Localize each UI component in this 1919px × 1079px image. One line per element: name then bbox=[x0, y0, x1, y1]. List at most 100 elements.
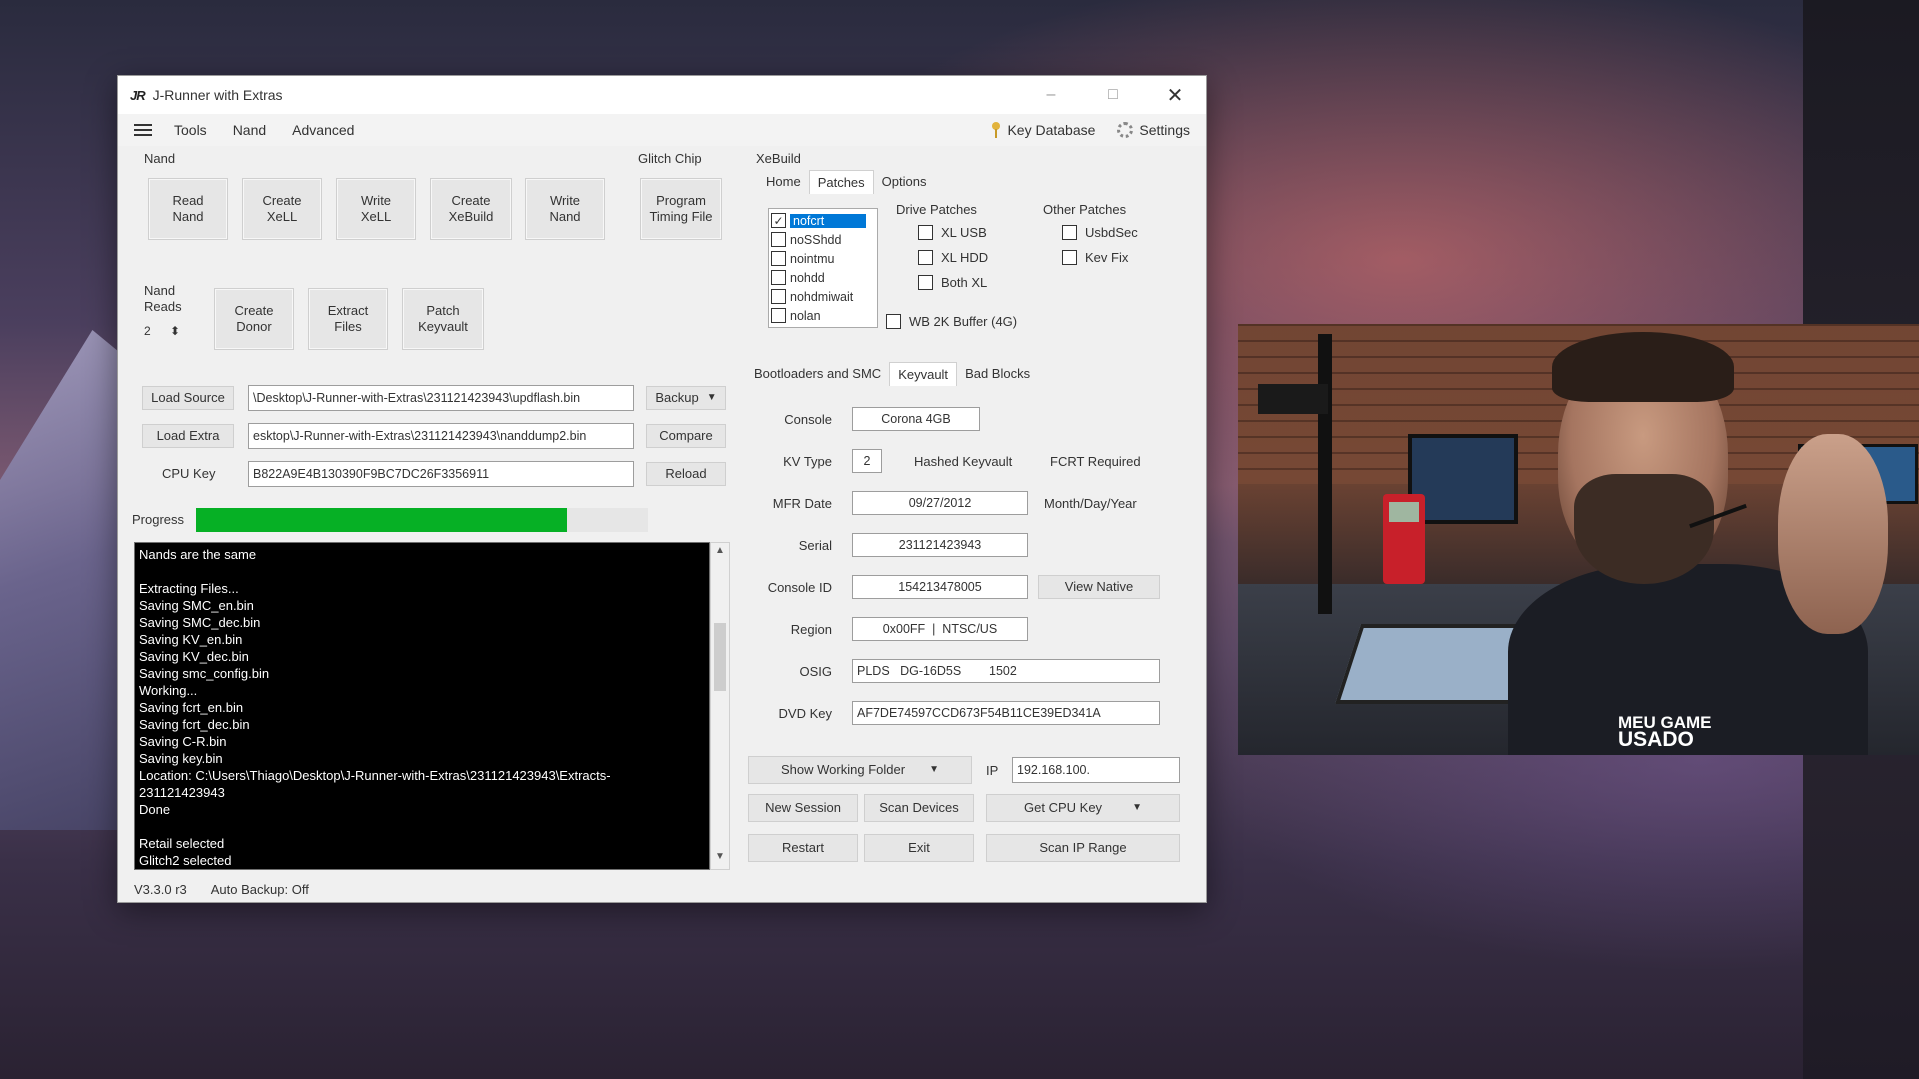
backup-dropdown[interactable]: Backup ▼ bbox=[646, 386, 726, 410]
tab-patches[interactable]: Patches bbox=[808, 170, 874, 194]
usbdsec-checkbox[interactable]: UsbdSec bbox=[1062, 225, 1138, 240]
checkbox-icon[interactable] bbox=[771, 232, 786, 247]
other-patches-label: Other Patches bbox=[1043, 202, 1127, 217]
osig-field[interactable]: PLDS DG-16D5S 1502 bbox=[852, 659, 1160, 683]
console-line: Saving SMC_en.bin bbox=[139, 598, 254, 613]
extra-path-field[interactable]: esktop\J-Runner-with-Extras\231121423943… bbox=[248, 423, 634, 449]
nand-reads-stepper[interactable]: 2 ⬍ bbox=[144, 324, 180, 342]
patch-item-nofcrt[interactable]: ✓ nofcrt bbox=[771, 211, 875, 230]
scan-ip-range-button[interactable]: Scan IP Range bbox=[986, 834, 1180, 862]
drive-patches-label: Drive Patches bbox=[896, 202, 977, 217]
tab-bootloaders-smc[interactable]: Bootloaders and SMC bbox=[746, 362, 889, 386]
source-path-field[interactable]: \Desktop\J-Runner-with-Extras\2311214239… bbox=[248, 385, 634, 411]
patch-item-label: nohdmiwait bbox=[790, 289, 854, 304]
close-button[interactable]: ✕ bbox=[1144, 76, 1206, 114]
patch-item-nolan[interactable]: nolan bbox=[771, 306, 875, 325]
show-working-folder-button[interactable]: Show Working Folder ▼ bbox=[748, 756, 972, 784]
checkbox-icon[interactable] bbox=[771, 251, 786, 266]
scroll-up-icon[interactable]: ▲ bbox=[711, 545, 729, 561]
ip-field[interactable]: 192.168.100. bbox=[1012, 757, 1180, 783]
load-source-button[interactable]: Load Source bbox=[142, 386, 234, 410]
both-xl-checkbox[interactable]: Both XL bbox=[918, 275, 987, 290]
patch-item-nohdd[interactable]: nohdd bbox=[771, 268, 875, 287]
console-line: Extracting Files... bbox=[139, 581, 239, 596]
console-log[interactable]: Nands are the same Extracting Files... Sa… bbox=[134, 542, 710, 870]
usbdsec-label: UsbdSec bbox=[1085, 225, 1138, 240]
tab-keyvault[interactable]: Keyvault bbox=[889, 362, 958, 386]
patch-item-label: nolan bbox=[790, 308, 821, 323]
nand-reads-value: 2 bbox=[144, 324, 151, 338]
xl-usb-label: XL USB bbox=[941, 225, 987, 240]
minimize-button[interactable]: – bbox=[1020, 76, 1082, 114]
new-session-button[interactable]: New Session bbox=[748, 794, 858, 822]
console-id-label: Console ID bbox=[767, 580, 832, 595]
extract-files-button[interactable]: Extract Files bbox=[308, 288, 388, 350]
scan-devices-button[interactable]: Scan Devices bbox=[864, 794, 974, 822]
load-extra-button[interactable]: Load Extra bbox=[142, 424, 234, 448]
mfr-date-label: MFR Date bbox=[772, 496, 832, 511]
view-native-button[interactable]: View Native bbox=[1038, 575, 1160, 599]
console-line: Working... bbox=[139, 683, 198, 698]
write-xell-button[interactable]: Write XeLL bbox=[336, 178, 416, 240]
tab-options[interactable]: Options bbox=[874, 170, 935, 194]
scroll-down-icon[interactable]: ▼ bbox=[711, 851, 729, 867]
checkbox-icon[interactable] bbox=[771, 289, 786, 304]
restart-button[interactable]: Restart bbox=[748, 834, 858, 862]
menu-nand[interactable]: Nand bbox=[233, 122, 266, 138]
reload-button[interactable]: Reload bbox=[646, 462, 726, 486]
progress-label: Progress bbox=[132, 512, 185, 527]
patch-item-nointmu[interactable]: nointmu bbox=[771, 249, 875, 268]
xl-hdd-checkbox[interactable]: XL HDD bbox=[918, 250, 988, 265]
create-xell-button[interactable]: Create XeLL bbox=[242, 178, 322, 240]
title-bar[interactable]: JR J-Runner with Extras – □ ✕ bbox=[118, 76, 1206, 114]
key-database-button[interactable]: Key Database bbox=[991, 122, 1095, 138]
microscope-head bbox=[1258, 384, 1328, 414]
patch-item-nosshdd[interactable]: noSShdd bbox=[771, 230, 875, 249]
scroll-thumb[interactable] bbox=[714, 623, 726, 691]
checkbox-icon[interactable] bbox=[771, 308, 786, 323]
kev-fix-label: Kev Fix bbox=[1085, 250, 1129, 265]
hamburger-menu-icon[interactable] bbox=[134, 124, 152, 136]
kv-type-field: 2 bbox=[852, 449, 882, 473]
menu-tools[interactable]: Tools bbox=[174, 122, 207, 138]
create-donor-button[interactable]: Create Donor bbox=[214, 288, 294, 350]
wb-2k-buffer-label: WB 2K Buffer (4G) bbox=[909, 314, 1018, 329]
key-icon bbox=[991, 122, 1001, 138]
xl-usb-checkbox[interactable]: XL USB bbox=[918, 225, 987, 240]
presenter-beard bbox=[1574, 474, 1714, 584]
create-xebuild-button[interactable]: Create XeBuild bbox=[430, 178, 512, 240]
patch-item-label: nofcrt bbox=[790, 213, 866, 228]
tab-home[interactable]: Home bbox=[758, 170, 809, 194]
checked-checkbox-icon[interactable]: ✓ bbox=[771, 213, 786, 228]
write-nand-button[interactable]: Write Nand bbox=[525, 178, 605, 240]
xebuild-group-label: XeBuild bbox=[756, 151, 801, 166]
console-line: Retail selected bbox=[139, 836, 225, 851]
kev-fix-checkbox[interactable]: Kev Fix bbox=[1062, 250, 1128, 265]
get-cpu-key-button[interactable]: Get CPU Key ▼ bbox=[986, 794, 1180, 822]
progress-bar bbox=[196, 508, 648, 532]
exit-button[interactable]: Exit bbox=[864, 834, 974, 862]
patch-keyvault-button[interactable]: Patch Keyvault bbox=[402, 288, 484, 350]
patch-list[interactable]: ✓ nofcrt noSShdd nointmu nohdd nohdmiwait nola… bbox=[768, 208, 878, 328]
version-label: V3.3.0 r3 bbox=[134, 882, 187, 897]
kv-type-label: KV Type bbox=[783, 454, 832, 469]
menu-advanced[interactable]: Advanced bbox=[292, 122, 354, 138]
cpu-key-field[interactable]: B822A9E4B130390F9BC7DC26F3356911 bbox=[248, 461, 634, 487]
gear-icon bbox=[1117, 122, 1134, 138]
backup-label: Backup bbox=[655, 390, 699, 405]
maximize-button[interactable]: □ bbox=[1082, 76, 1144, 114]
tab-bad-blocks[interactable]: Bad Blocks bbox=[957, 362, 1038, 386]
program-timing-file-button[interactable]: Program Timing File bbox=[640, 178, 722, 240]
compare-button[interactable]: Compare bbox=[646, 424, 726, 448]
stepper-arrows-icon[interactable]: ⬍ bbox=[170, 324, 180, 342]
patch-item-nohdmiwait[interactable]: nohdmiwait bbox=[771, 287, 875, 306]
wb-2k-buffer-checkbox[interactable]: WB 2K Buffer (4G) bbox=[886, 314, 1017, 329]
console-scrollbar[interactable]: ▲ ▼ bbox=[710, 542, 730, 870]
checkbox-icon[interactable] bbox=[771, 270, 786, 285]
read-nand-button[interactable]: Read Nand bbox=[148, 178, 228, 240]
settings-button[interactable]: Settings bbox=[1117, 122, 1190, 138]
shirt-logo-text: MEU GAME USADO bbox=[1618, 714, 1712, 750]
region-label: Region bbox=[790, 622, 832, 637]
